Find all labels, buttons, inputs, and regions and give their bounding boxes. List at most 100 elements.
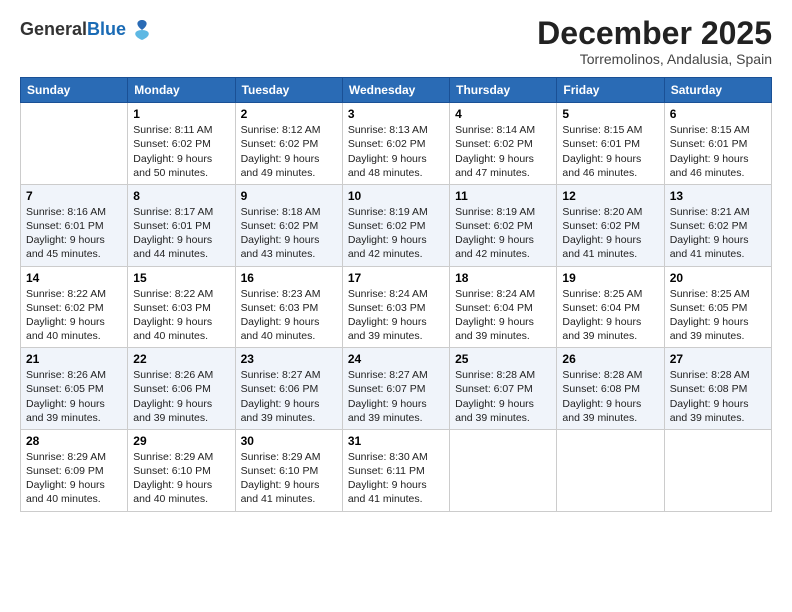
calendar-cell: 30 Sunrise: 8:29 AM Sunset: 6:10 PM Dayli… xyxy=(235,429,342,511)
day-number: 27 xyxy=(670,352,766,366)
day-number: 17 xyxy=(348,271,444,285)
day-info: Sunrise: 8:28 AM Sunset: 6:07 PM Dayligh… xyxy=(455,368,551,425)
day-number: 31 xyxy=(348,434,444,448)
logo: GeneralBlue xyxy=(20,16,156,44)
day-number: 4 xyxy=(455,107,551,121)
calendar-cell xyxy=(664,429,771,511)
weekday-wednesday: Wednesday xyxy=(342,78,449,103)
day-info: Sunrise: 8:12 AM Sunset: 6:02 PM Dayligh… xyxy=(241,123,337,180)
weekday-tuesday: Tuesday xyxy=(235,78,342,103)
day-info: Sunrise: 8:23 AM Sunset: 6:03 PM Dayligh… xyxy=(241,287,337,344)
day-number: 15 xyxy=(133,271,229,285)
day-number: 6 xyxy=(670,107,766,121)
calendar-cell: 19Sunrise: 8:25 AM Sunset: 6:04 PM Dayli… xyxy=(557,266,664,348)
calendar-cell: 27 Sunrise: 8:28 AM Sunset: 6:08 PM Dayli… xyxy=(664,348,771,430)
day-number: 21 xyxy=(26,352,122,366)
calendar-cell: 12 Sunrise: 8:20 AM Sunset: 6:02 PM Dayli… xyxy=(557,184,664,266)
day-number: 1 xyxy=(133,107,229,121)
logo-general: General xyxy=(20,19,87,39)
weekday-thursday: Thursday xyxy=(450,78,557,103)
calendar-cell: 10 Sunrise: 8:19 AM Sunset: 6:02 PM Dayli… xyxy=(342,184,449,266)
day-info: Sunrise: 8:28 AM Sunset: 6:08 PM Dayligh… xyxy=(562,368,658,425)
day-number: 9 xyxy=(241,189,337,203)
calendar-table: SundayMondayTuesdayWednesdayThursdayFrid… xyxy=(20,77,772,511)
day-number: 18 xyxy=(455,271,551,285)
day-number: 22 xyxy=(133,352,229,366)
day-info: Sunrise: 8:29 AM Sunset: 6:09 PM Dayligh… xyxy=(26,450,122,507)
title-block: December 2025 Torremolinos, Andalusia, S… xyxy=(537,16,772,67)
calendar-cell: 31 Sunrise: 8:30 AM Sunset: 6:11 PM Dayli… xyxy=(342,429,449,511)
calendar-cell xyxy=(450,429,557,511)
day-number: 16 xyxy=(241,271,337,285)
calendar-week-1: 1Sunrise: 8:11 AM Sunset: 6:02 PM Daylig… xyxy=(21,103,772,185)
calendar-cell: 4 Sunrise: 8:14 AM Sunset: 6:02 PM Daylig… xyxy=(450,103,557,185)
day-number: 29 xyxy=(133,434,229,448)
calendar-week-4: 21Sunrise: 8:26 AM Sunset: 6:05 PM Dayli… xyxy=(21,348,772,430)
calendar-cell: 8 Sunrise: 8:17 AM Sunset: 6:01 PM Daylig… xyxy=(128,184,235,266)
day-info: Sunrise: 8:15 AM Sunset: 6:01 PM Dayligh… xyxy=(562,123,658,180)
day-info: Sunrise: 8:19 AM Sunset: 6:02 PM Dayligh… xyxy=(455,205,551,262)
day-info: Sunrise: 8:20 AM Sunset: 6:02 PM Dayligh… xyxy=(562,205,658,262)
day-info: Sunrise: 8:29 AM Sunset: 6:10 PM Dayligh… xyxy=(241,450,337,507)
day-info: Sunrise: 8:30 AM Sunset: 6:11 PM Dayligh… xyxy=(348,450,444,507)
day-info: Sunrise: 8:24 AM Sunset: 6:03 PM Dayligh… xyxy=(348,287,444,344)
day-info: Sunrise: 8:29 AM Sunset: 6:10 PM Dayligh… xyxy=(133,450,229,507)
calendar-cell: 2 Sunrise: 8:12 AM Sunset: 6:02 PM Daylig… xyxy=(235,103,342,185)
calendar-cell: 18 Sunrise: 8:24 AM Sunset: 6:04 PM Dayli… xyxy=(450,266,557,348)
day-number: 26 xyxy=(562,352,658,366)
calendar-cell: 20 Sunrise: 8:25 AM Sunset: 6:05 PM Dayli… xyxy=(664,266,771,348)
page-container: GeneralBlue December 2025 Torremolinos, … xyxy=(0,0,792,522)
calendar-cell: 24Sunrise: 8:27 AM Sunset: 6:07 PM Dayli… xyxy=(342,348,449,430)
calendar-cell: 13Sunrise: 8:21 AM Sunset: 6:02 PM Dayli… xyxy=(664,184,771,266)
day-info: Sunrise: 8:14 AM Sunset: 6:02 PM Dayligh… xyxy=(455,123,551,180)
header: GeneralBlue December 2025 Torremolinos, … xyxy=(20,16,772,67)
day-number: 13 xyxy=(670,189,766,203)
weekday-monday: Monday xyxy=(128,78,235,103)
day-info: Sunrise: 8:15 AM Sunset: 6:01 PM Dayligh… xyxy=(670,123,766,180)
calendar-cell: 15Sunrise: 8:22 AM Sunset: 6:03 PM Dayli… xyxy=(128,266,235,348)
day-info: Sunrise: 8:28 AM Sunset: 6:08 PM Dayligh… xyxy=(670,368,766,425)
calendar-cell: 17 Sunrise: 8:24 AM Sunset: 6:03 PM Dayli… xyxy=(342,266,449,348)
day-number: 23 xyxy=(241,352,337,366)
calendar-cell: 14Sunrise: 8:22 AM Sunset: 6:02 PM Dayli… xyxy=(21,266,128,348)
day-number: 12 xyxy=(562,189,658,203)
day-info: Sunrise: 8:18 AM Sunset: 6:02 PM Dayligh… xyxy=(241,205,337,262)
day-number: 25 xyxy=(455,352,551,366)
month-title: December 2025 xyxy=(537,16,772,51)
day-number: 7 xyxy=(26,189,122,203)
day-number: 30 xyxy=(241,434,337,448)
calendar-cell: 22Sunrise: 8:26 AM Sunset: 6:06 PM Dayli… xyxy=(128,348,235,430)
weekday-friday: Friday xyxy=(557,78,664,103)
subtitle: Torremolinos, Andalusia, Spain xyxy=(537,51,772,67)
day-info: Sunrise: 8:27 AM Sunset: 6:06 PM Dayligh… xyxy=(241,368,337,425)
day-number: 2 xyxy=(241,107,337,121)
calendar-cell xyxy=(557,429,664,511)
calendar-cell: 26 Sunrise: 8:28 AM Sunset: 6:08 PM Dayli… xyxy=(557,348,664,430)
calendar-cell: 25 Sunrise: 8:28 AM Sunset: 6:07 PM Dayli… xyxy=(450,348,557,430)
calendar-cell: 7Sunrise: 8:16 AM Sunset: 6:01 PM Daylig… xyxy=(21,184,128,266)
logo-icon xyxy=(128,16,156,44)
calendar-cell xyxy=(21,103,128,185)
day-info: Sunrise: 8:17 AM Sunset: 6:01 PM Dayligh… xyxy=(133,205,229,262)
day-number: 10 xyxy=(348,189,444,203)
calendar-week-3: 14Sunrise: 8:22 AM Sunset: 6:02 PM Dayli… xyxy=(21,266,772,348)
day-info: Sunrise: 8:19 AM Sunset: 6:02 PM Dayligh… xyxy=(348,205,444,262)
weekday-sunday: Sunday xyxy=(21,78,128,103)
day-info: Sunrise: 8:25 AM Sunset: 6:05 PM Dayligh… xyxy=(670,287,766,344)
day-number: 28 xyxy=(26,434,122,448)
calendar-cell: 3 Sunrise: 8:13 AM Sunset: 6:02 PM Daylig… xyxy=(342,103,449,185)
day-number: 3 xyxy=(348,107,444,121)
day-number: 8 xyxy=(133,189,229,203)
day-info: Sunrise: 8:27 AM Sunset: 6:07 PM Dayligh… xyxy=(348,368,444,425)
day-number: 20 xyxy=(670,271,766,285)
day-number: 19 xyxy=(562,271,658,285)
calendar-cell: 1Sunrise: 8:11 AM Sunset: 6:02 PM Daylig… xyxy=(128,103,235,185)
day-info: Sunrise: 8:24 AM Sunset: 6:04 PM Dayligh… xyxy=(455,287,551,344)
weekday-saturday: Saturday xyxy=(664,78,771,103)
day-info: Sunrise: 8:13 AM Sunset: 6:02 PM Dayligh… xyxy=(348,123,444,180)
calendar-cell: 21Sunrise: 8:26 AM Sunset: 6:05 PM Dayli… xyxy=(21,348,128,430)
calendar-cell: 11 Sunrise: 8:19 AM Sunset: 6:02 PM Dayli… xyxy=(450,184,557,266)
day-number: 11 xyxy=(455,189,551,203)
calendar-cell: 29 Sunrise: 8:29 AM Sunset: 6:10 PM Dayli… xyxy=(128,429,235,511)
calendar-cell: 9 Sunrise: 8:18 AM Sunset: 6:02 PM Daylig… xyxy=(235,184,342,266)
